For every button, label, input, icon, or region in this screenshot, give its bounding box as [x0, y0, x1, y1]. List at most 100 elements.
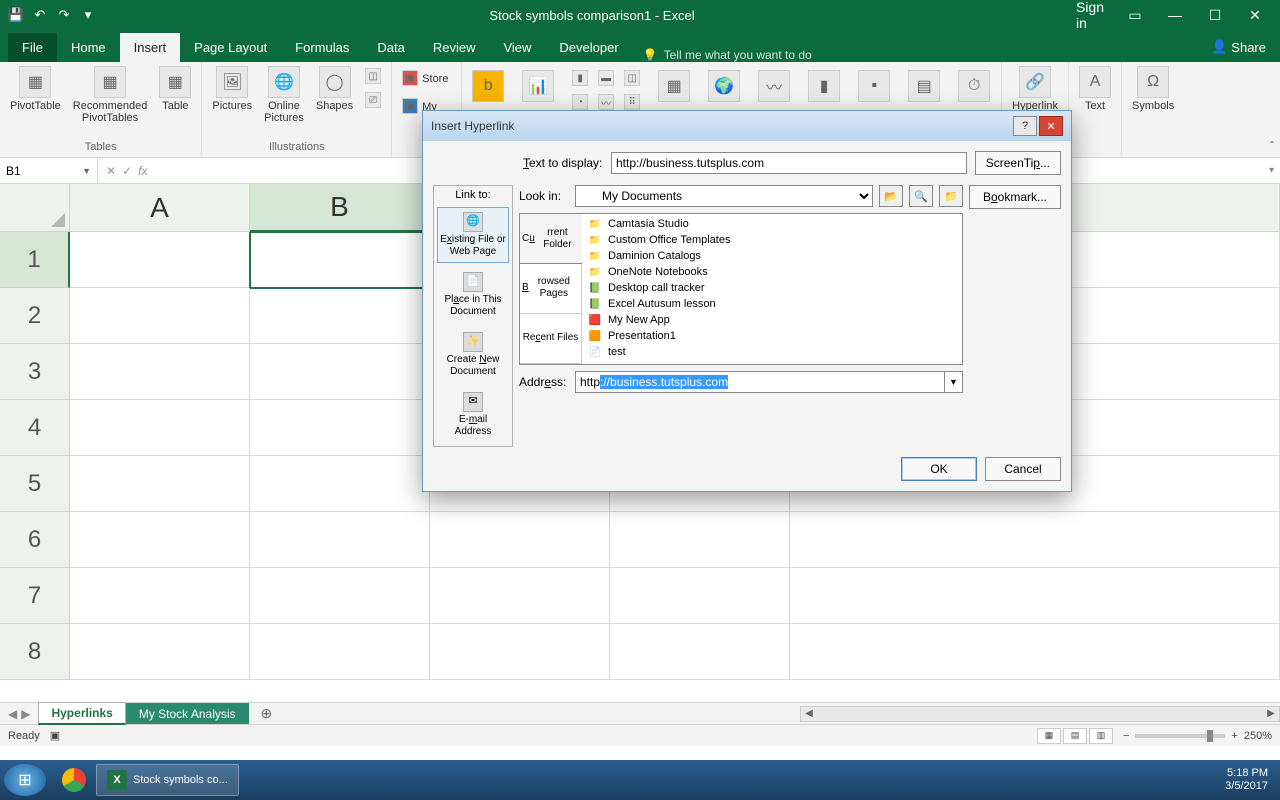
tab-current-folder[interactable]: Current Folder [519, 213, 582, 264]
cell[interactable] [250, 288, 430, 344]
row-head-7[interactable]: 7 [0, 568, 70, 624]
file-item[interactable]: OneNote Notebooks [584, 264, 960, 280]
window-close-icon[interactable]: ✕ [1240, 5, 1270, 25]
cell[interactable] [250, 400, 430, 456]
recommended-charts-button[interactable]: 📊 [518, 68, 558, 106]
tab-recent-files[interactable]: Recent Files [520, 314, 581, 364]
cell[interactable] [70, 344, 250, 400]
cell[interactable] [70, 512, 250, 568]
linkto-email[interactable]: ✉E-mail Address [437, 387, 509, 443]
row-head-4[interactable]: 4 [0, 400, 70, 456]
symbols-button[interactable]: ΩSymbols [1128, 64, 1178, 114]
file-item[interactable]: test [584, 344, 960, 360]
row-head-1[interactable]: 1 [0, 232, 70, 288]
undo-icon[interactable]: ↶ [32, 7, 48, 23]
system-clock[interactable]: 5:18 PM 3/5/2017 [1225, 767, 1276, 793]
sign-in-link[interactable]: Sign in [1080, 5, 1110, 25]
shapes-button[interactable]: ◯Shapes [312, 64, 357, 114]
dialog-close-button[interactable]: ✕ [1039, 116, 1063, 136]
maximize-icon[interactable]: ☐ [1200, 5, 1230, 25]
cell[interactable] [610, 568, 790, 624]
sheet-nav-prev-icon[interactable]: ◀ [8, 707, 17, 721]
tab-insert[interactable]: Insert [120, 33, 181, 62]
timeline-button[interactable]: ⏱ [954, 68, 994, 106]
file-list[interactable]: Camtasia Studio Custom Office Templates … [582, 214, 962, 364]
cell[interactable] [250, 568, 430, 624]
cell[interactable] [70, 232, 250, 288]
fx-icon[interactable]: fx [138, 164, 147, 178]
linkto-existing-file[interactable]: 🌐Existing File or Web Page [437, 207, 509, 263]
file-item[interactable]: Presentation1 [584, 328, 960, 344]
bing-maps-button[interactable]: b [468, 68, 508, 106]
screenshot-button[interactable]: ⎚ [361, 90, 385, 112]
minimize-icon[interactable]: — [1160, 5, 1190, 25]
sparkline-winloss-button[interactable]: ▪ [854, 68, 894, 106]
linkto-create-new[interactable]: ✨Create New Document [437, 327, 509, 383]
row-head-5[interactable]: 5 [0, 456, 70, 512]
zoom-out-icon[interactable]: − [1123, 730, 1129, 742]
sheet-tab-hyperlinks[interactable]: Hyperlinks [38, 702, 125, 725]
pictures-button[interactable]: 🖼Pictures [208, 64, 256, 114]
cancel-button[interactable]: Cancel [985, 457, 1061, 481]
browse-web-button[interactable]: 🔍 [909, 185, 933, 207]
pivottable-button[interactable]: ▦PivotTable [6, 64, 65, 114]
scroll-left-icon[interactable]: ◀ [801, 708, 817, 719]
text-button[interactable]: AText [1075, 64, 1115, 114]
zoom-in-icon[interactable]: + [1231, 730, 1237, 742]
smartart-button[interactable]: ◫ [361, 66, 385, 88]
scroll-right-icon[interactable]: ▶ [1263, 708, 1279, 719]
zoom-level[interactable]: 250% [1244, 730, 1272, 742]
linkto-place-in-document[interactable]: 📄Place in This Document [437, 267, 509, 323]
table-button[interactable]: ▦Table [155, 64, 195, 114]
taskbar-chrome[interactable] [52, 764, 96, 796]
tab-file[interactable]: File [8, 33, 57, 62]
address-input[interactable] [576, 372, 944, 392]
cell[interactable] [250, 512, 430, 568]
row-head-6[interactable]: 6 [0, 512, 70, 568]
share-button[interactable]: 👤 Share [1197, 32, 1280, 62]
cell[interactable] [430, 568, 610, 624]
store-button[interactable]: ▣Store [398, 68, 452, 90]
3dmap-button[interactable]: 🌍 [704, 68, 744, 106]
taskbar-excel[interactable]: X Stock symbols co... [96, 764, 239, 796]
recommended-pivottables-button[interactable]: ▦Recommended PivotTables [69, 64, 152, 126]
file-item[interactable]: Excel Autusum lesson [584, 296, 960, 312]
page-layout-view-icon[interactable]: ▤ [1063, 728, 1087, 744]
dialog-titlebar[interactable]: Insert Hyperlink ? ✕ [423, 111, 1071, 141]
collapse-ribbon-icon[interactable]: ˆ [1270, 139, 1274, 153]
cell[interactable] [250, 344, 430, 400]
column-chart-button[interactable]: ▮ [568, 68, 592, 90]
pivotchart-button[interactable]: ▦ [654, 68, 694, 106]
cell[interactable] [430, 512, 610, 568]
treemap-button[interactable]: ◫ [620, 68, 644, 90]
cell[interactable] [70, 288, 250, 344]
select-all-corner[interactable] [0, 184, 70, 232]
cell[interactable] [430, 624, 610, 680]
cell-active[interactable] [250, 232, 430, 288]
file-item[interactable]: Custom Office Templates [584, 232, 960, 248]
slicer-button[interactable]: ▤ [904, 68, 944, 106]
cell[interactable] [610, 624, 790, 680]
qat-customize-icon[interactable]: ▾ [80, 7, 96, 23]
redo-icon[interactable]: ↷ [56, 7, 72, 23]
cell[interactable] [70, 456, 250, 512]
tab-home[interactable]: Home [57, 33, 120, 62]
tab-review[interactable]: Review [419, 33, 490, 62]
file-item[interactable]: Desktop call tracker [584, 280, 960, 296]
cell[interactable] [790, 512, 1280, 568]
text-to-display-input[interactable] [611, 152, 967, 174]
tab-view[interactable]: View [489, 33, 545, 62]
page-break-view-icon[interactable]: ▥ [1089, 728, 1113, 744]
cell[interactable] [250, 624, 430, 680]
add-sheet-button[interactable]: ⊕ [249, 705, 285, 722]
tab-developer[interactable]: Developer [545, 33, 632, 62]
sparkline-line-button[interactable]: 〰 [754, 68, 794, 106]
name-box-dropdown-icon[interactable]: ▼ [82, 166, 91, 176]
up-one-level-button[interactable]: 📂 [879, 185, 903, 207]
macro-record-icon[interactable]: ▣ [50, 729, 60, 742]
zoom-slider[interactable] [1135, 734, 1225, 738]
row-head-8[interactable]: 8 [0, 624, 70, 680]
horizontal-scrollbar[interactable]: ◀ ▶ [800, 706, 1280, 722]
online-pictures-button[interactable]: 🌐Online Pictures [260, 64, 308, 126]
tab-formulas[interactable]: Formulas [281, 33, 363, 62]
